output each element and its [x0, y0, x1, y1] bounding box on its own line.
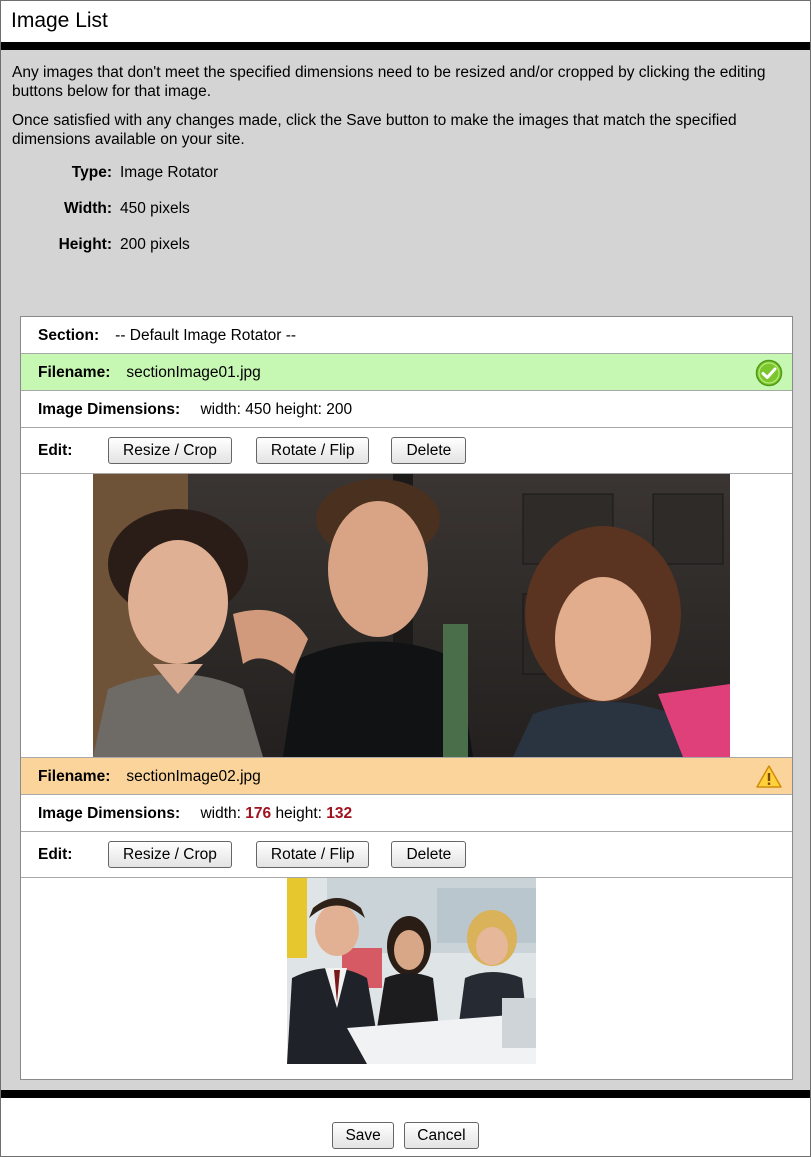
delete-button[interactable]: Delete: [391, 437, 467, 465]
title-divider: [1, 42, 810, 50]
resize-crop-button[interactable]: Resize / Crop: [108, 437, 232, 465]
height-value: 200: [326, 401, 353, 418]
intro-paragraph-1: Any images that don't meet the specified…: [12, 64, 766, 100]
image-preview-area: [21, 474, 792, 758]
filename-value: sectionImage01.jpg: [126, 364, 261, 381]
section-row: Section: -- Default Image Rotator --: [21, 317, 792, 354]
students-photo: [93, 474, 730, 757]
edit-label: Edit:: [38, 846, 73, 863]
image-list-dialog: Image List Any images that don't meet th…: [0, 0, 811, 1157]
dimensions-row: Image Dimensions: width: 176 height: 132: [21, 795, 792, 832]
width-text: width:: [200, 401, 241, 418]
spec-width-row: Width: 450 pixels: [12, 198, 798, 234]
image-preview-area: [21, 878, 792, 1064]
dialog-footer: Save Cancel: [1, 1098, 810, 1156]
width-value: 176: [245, 805, 272, 822]
warning-triangle-icon: [756, 765, 782, 788]
image-preview: [287, 878, 536, 1064]
filename-row: Filename: sectionImage02.jpg: [21, 758, 792, 795]
image-preview: [93, 474, 730, 757]
height-text: height:: [275, 401, 322, 418]
delete-button[interactable]: Delete: [391, 841, 467, 869]
edit-row: Edit: Resize / Crop Rotate / Flip Delete: [21, 832, 792, 878]
section-value: -- Default Image Rotator --: [115, 327, 297, 344]
intro-text: Any images that don't meet the specified…: [1, 50, 810, 270]
dimensions-value: width: 176 height: 132: [200, 805, 352, 822]
cancel-button[interactable]: Cancel: [404, 1122, 479, 1149]
save-button[interactable]: Save: [332, 1122, 394, 1149]
spec-height-value: 200 pixels: [120, 236, 190, 253]
width-value: 450: [245, 401, 272, 418]
spec-type-label: Type:: [71, 164, 112, 181]
spec-type-row: Type: Image Rotator: [12, 162, 798, 198]
filename-value: sectionImage02.jpg: [126, 768, 261, 785]
dialog-title: Image List: [1, 1, 810, 42]
dimensions-row: Image Dimensions: width: 450 height: 200: [21, 391, 792, 428]
width-text: width:: [200, 805, 241, 822]
section-label: Section:: [38, 327, 100, 344]
spec-height-label: Height:: [58, 236, 112, 253]
filename-label: Filename:: [38, 364, 111, 381]
spec-width-label: Width:: [63, 200, 112, 217]
business-meeting-photo: [287, 878, 536, 1064]
edit-row: Edit: Resize / Crop Rotate / Flip Delete: [21, 428, 792, 474]
spec-height-row: Height: 200 pixels: [12, 234, 798, 270]
intro-paragraph-2: Once satisfied with any changes made, cl…: [12, 112, 737, 148]
spec-type-value: Image Rotator: [120, 164, 219, 181]
filename-row: Filename: sectionImage01.jpg: [21, 354, 792, 391]
height-text: height:: [275, 805, 322, 822]
edit-label: Edit:: [38, 442, 73, 459]
dimensions-label: Image Dimensions:: [38, 805, 181, 822]
rotate-flip-button[interactable]: Rotate / Flip: [255, 437, 370, 465]
resize-crop-button[interactable]: Resize / Crop: [108, 841, 232, 869]
spec-width-value: 450 pixels: [120, 200, 190, 217]
height-value: 132: [326, 805, 353, 822]
filename-label: Filename:: [38, 768, 111, 785]
image-spec: Type: Image Rotator Width: 450 pixels Heig…: [12, 162, 798, 270]
footer-divider: [1, 1090, 810, 1098]
image-list-panel: Section: -- Default Image Rotator -- File…: [20, 316, 793, 1080]
check-circle-icon: [755, 359, 783, 387]
dialog-body: Any images that don't meet the specified…: [1, 50, 810, 1096]
dimensions-value: width: 450 height: 200: [200, 401, 352, 418]
rotate-flip-button[interactable]: Rotate / Flip: [255, 841, 370, 869]
dimensions-label: Image Dimensions:: [38, 401, 181, 418]
